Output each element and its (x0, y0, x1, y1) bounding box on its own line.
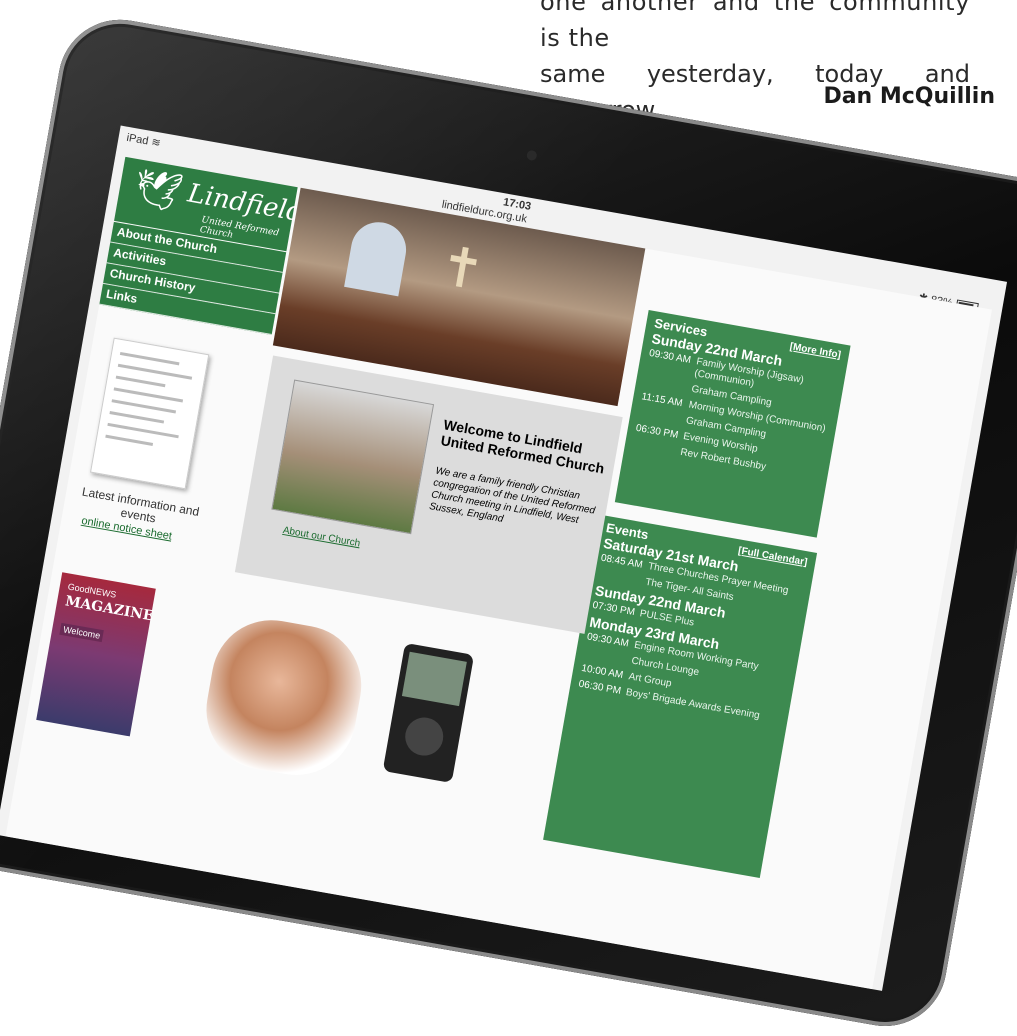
church-exterior-photo (271, 379, 435, 535)
welcome-section: Welcome to Lindfield United Reformed Chu… (234, 355, 623, 634)
about-church-link[interactable]: About our Church (282, 525, 361, 549)
cross-icon (455, 246, 469, 288)
ipod-screen (401, 651, 467, 707)
welcome-heading: Welcome to Lindfield United Reformed Chu… (439, 416, 606, 477)
church-website: 🕊 Lindfield United Reformed Church About… (5, 156, 992, 990)
ipad-device: iPad ≋ 17:03 ✱ 83% lindfieldurc.org.uk 🕊… (0, 10, 1017, 1036)
dove-icon: 🕊 (130, 166, 186, 216)
ipod-wheel (402, 714, 447, 759)
magazine-label: Welcome (59, 622, 105, 643)
quote-author: Dan McQuillin (823, 84, 995, 109)
magazine-cover[interactable]: GoodNEWS MAGAZINE Welcome (36, 572, 156, 737)
ipod-image[interactable] (382, 642, 475, 784)
welcome-body: We are a family friendly Christian congr… (428, 465, 596, 526)
device-label: iPad ≋ (125, 131, 162, 150)
camera-icon (525, 149, 538, 162)
youth-photo[interactable] (196, 610, 371, 785)
quote-line-1: one another and the community is the (540, 0, 970, 52)
services-panel: Services [More Info] Sunday 22nd March 0… (614, 310, 851, 538)
wifi-icon: ≋ (150, 136, 162, 150)
notice-sheet-thumbnail[interactable] (89, 337, 210, 490)
church-window (344, 217, 411, 297)
ipad-screen: iPad ≋ 17:03 ✱ 83% lindfieldurc.org.uk 🕊… (0, 125, 1008, 991)
